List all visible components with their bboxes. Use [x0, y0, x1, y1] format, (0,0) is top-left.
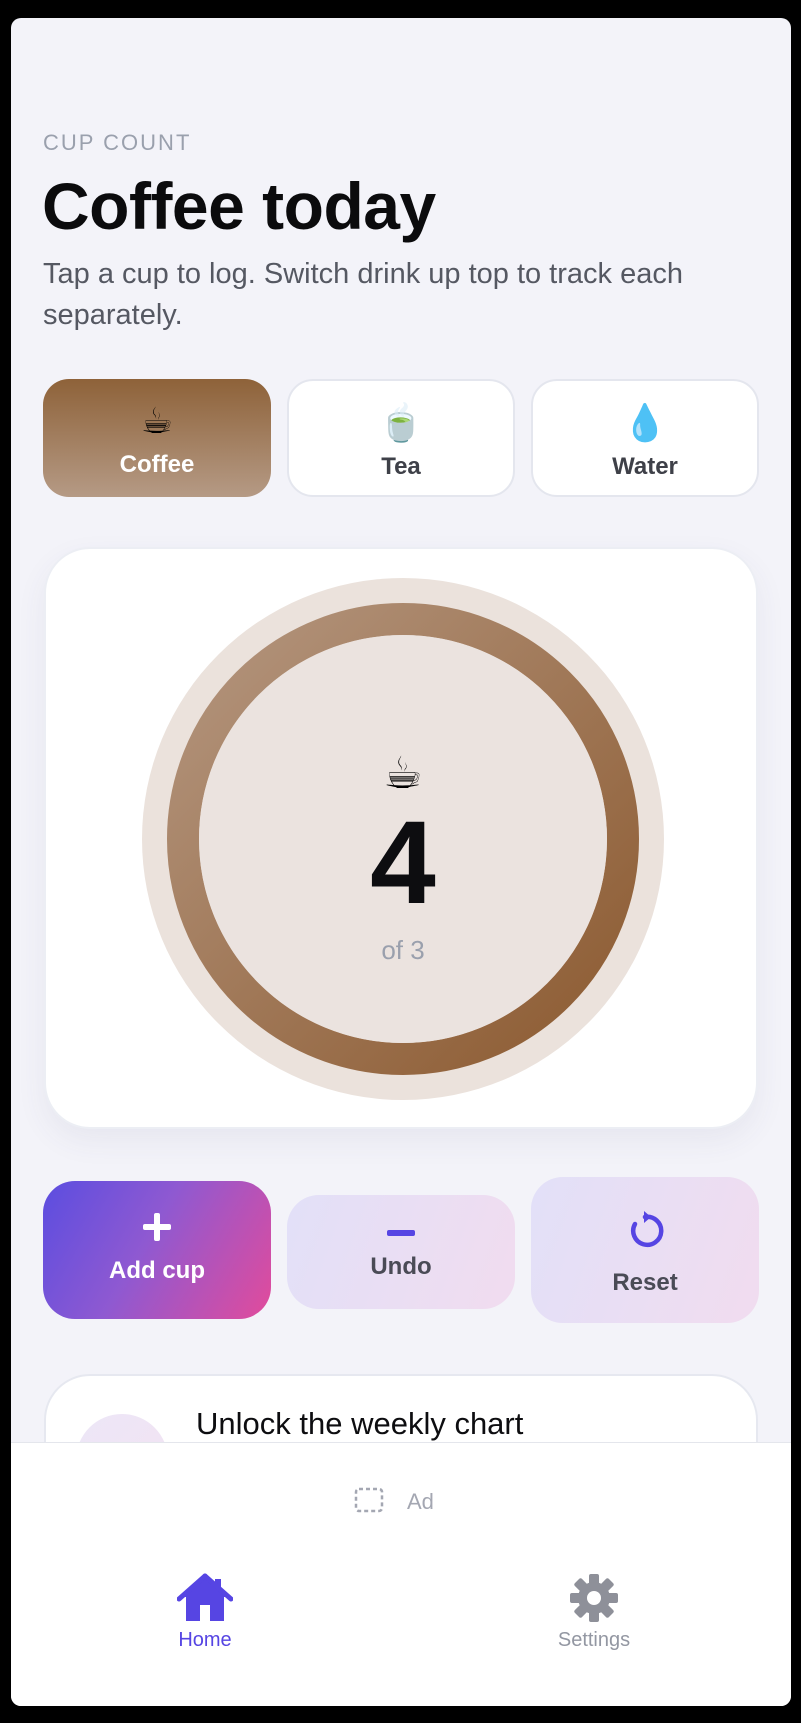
- minus-icon: [387, 1230, 415, 1236]
- tab-tea[interactable]: 🍵 Tea: [287, 379, 515, 497]
- gear-icon: [570, 1574, 618, 1622]
- tab-coffee[interactable]: ☕ Coffee: [43, 379, 271, 497]
- cup-count: 4: [370, 797, 436, 929]
- coffee-cup-icon: ☕: [140, 400, 174, 441]
- coffee-cup-icon: ☕: [383, 749, 423, 798]
- page-subtitle: Tap a cup to log. Switch drink up top to…: [43, 258, 683, 331]
- nav-settings[interactable]: Settings: [524, 1573, 664, 1652]
- progress-ring-track[interactable]: ☕ 4 of 3: [142, 578, 664, 1100]
- counter-card: ☕ 4 of 3: [44, 547, 758, 1129]
- ad-placeholder-icon: [354, 1487, 384, 1513]
- reset-label: Reset: [612, 1269, 678, 1296]
- drink-selector: ☕ Coffee 🍵 Tea 💧 Water: [43, 379, 759, 497]
- counter-center: ☕ 4 of 3: [199, 635, 607, 1043]
- water-drop-icon: 💧: [622, 402, 668, 443]
- app-screen: CUP COUNT Coffee today Tap a cup to log.…: [11, 18, 791, 1706]
- nav-home[interactable]: Home: [135, 1573, 275, 1652]
- undo-label: Undo: [370, 1253, 432, 1280]
- page-title: Coffee today: [42, 169, 436, 243]
- reset-arrow-icon: [631, 1211, 664, 1248]
- tab-tea-label: Tea: [381, 453, 421, 480]
- ad-label: Ad: [407, 1489, 434, 1514]
- home-icon: [177, 1573, 233, 1621]
- section-eyebrow: CUP COUNT: [43, 130, 192, 155]
- reset-button[interactable]: Reset: [531, 1177, 759, 1323]
- nav-settings-label: Settings: [557, 1629, 631, 1651]
- add-cup-label: Add cup: [109, 1257, 205, 1284]
- add-cup-button[interactable]: Add cup: [43, 1181, 271, 1319]
- tab-water-label: Water: [612, 453, 678, 480]
- promo-title: Unlock the weekly chart: [196, 1406, 524, 1441]
- plus-icon: [143, 1213, 171, 1241]
- bottom-bar: Ad Home Settings: [11, 1442, 791, 1706]
- tab-water[interactable]: 💧 Water: [531, 379, 759, 497]
- nav-home-label: Home: [178, 1629, 232, 1651]
- cup-goal: of 3: [381, 935, 425, 965]
- tab-coffee-label: Coffee: [119, 451, 195, 478]
- undo-button[interactable]: Undo: [287, 1195, 515, 1309]
- tea-cup-icon: 🍵: [378, 402, 424, 443]
